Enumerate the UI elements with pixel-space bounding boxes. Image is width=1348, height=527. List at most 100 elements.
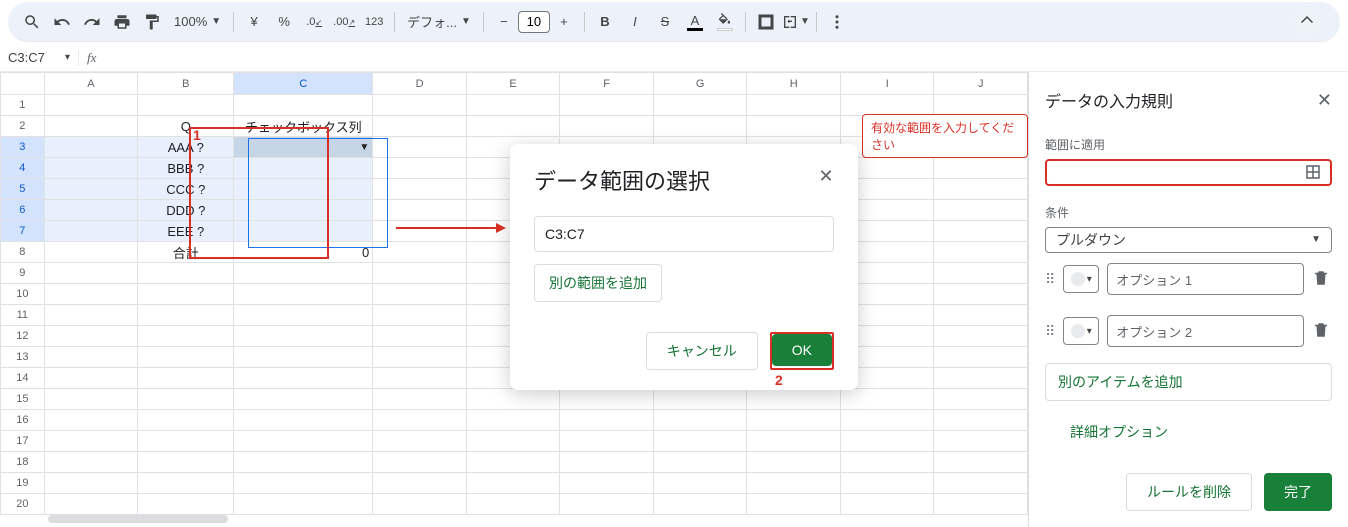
- print-icon[interactable]: [108, 8, 136, 36]
- row-9[interactable]: 9: [1, 263, 45, 284]
- row-15[interactable]: 15: [1, 389, 45, 410]
- row-16[interactable]: 16: [1, 410, 45, 431]
- dropdown-icon[interactable]: ▼: [359, 142, 369, 153]
- col-I[interactable]: I: [841, 73, 934, 95]
- horizontal-scrollbar[interactable]: [48, 515, 1020, 525]
- cell-C3[interactable]: ▼: [234, 137, 373, 158]
- row-5[interactable]: 5: [1, 179, 45, 200]
- cell-C5[interactable]: [234, 179, 373, 200]
- merge-cells-icon[interactable]: ▼: [782, 8, 810, 36]
- row-14[interactable]: 14: [1, 368, 45, 389]
- cell-C2[interactable]: チェックボックス列: [234, 116, 373, 137]
- condition-select[interactable]: プルダウン▼: [1045, 227, 1332, 253]
- col-B[interactable]: B: [138, 73, 234, 95]
- more-formats[interactable]: 123: [360, 8, 388, 36]
- cell-C8[interactable]: 0: [234, 242, 373, 263]
- sidebar-close-icon[interactable]: ✕: [1317, 90, 1332, 111]
- text-color-icon[interactable]: A: [681, 8, 709, 36]
- row-17[interactable]: 17: [1, 431, 45, 452]
- cell-B3[interactable]: AAA ?: [138, 137, 234, 158]
- add-item-button[interactable]: 別のアイテムを追加: [1045, 363, 1332, 401]
- percent-format[interactable]: %: [270, 8, 298, 36]
- cell-B7[interactable]: EEE ?: [138, 221, 234, 242]
- redo-icon[interactable]: [78, 8, 106, 36]
- strikethrough-icon[interactable]: S: [651, 8, 679, 36]
- zoom-level[interactable]: 100%▼: [168, 8, 227, 36]
- more-icon[interactable]: [823, 8, 851, 36]
- option-2-input[interactable]: [1107, 315, 1304, 347]
- paint-format-icon[interactable]: [138, 8, 166, 36]
- col-H[interactable]: H: [747, 73, 841, 95]
- col-C[interactable]: C: [234, 73, 373, 95]
- apply-to-range-input[interactable]: [1045, 159, 1332, 186]
- col-D[interactable]: D: [373, 73, 467, 95]
- row-2[interactable]: 2: [1, 116, 45, 137]
- search-icon[interactable]: [18, 8, 46, 36]
- delete-rule-button[interactable]: ルールを削除: [1126, 473, 1252, 511]
- option-color-chip[interactable]: ▾: [1063, 265, 1099, 293]
- row-18[interactable]: 18: [1, 452, 45, 473]
- font-family[interactable]: デフォ...▼: [401, 8, 477, 36]
- name-box[interactable]: C3:C7▾: [0, 50, 78, 65]
- row-4[interactable]: 4: [1, 158, 45, 179]
- currency-format[interactable]: ¥: [240, 8, 268, 36]
- dialog-title: データ範囲の選択: [534, 164, 834, 196]
- condition-value: プルダウン: [1056, 230, 1126, 250]
- option-color-chip[interactable]: ▾: [1063, 317, 1099, 345]
- font-size-input[interactable]: [518, 11, 550, 33]
- row-7[interactable]: 7: [1, 221, 45, 242]
- cell-B5[interactable]: CCC ?: [138, 179, 234, 200]
- add-range-button[interactable]: 別の範囲を追加: [534, 264, 662, 302]
- row-13[interactable]: 13: [1, 347, 45, 368]
- row-12[interactable]: 12: [1, 326, 45, 347]
- sheet-area: A B C D E F G H I J 1 2 Qチェックボックス列 3 AAA ?…: [0, 72, 1028, 527]
- cell-B8[interactable]: 合計: [138, 242, 234, 263]
- col-J[interactable]: J: [934, 73, 1028, 95]
- cell-C6[interactable]: [234, 200, 373, 221]
- delete-option-icon[interactable]: [1312, 269, 1332, 290]
- col-F[interactable]: F: [560, 73, 653, 95]
- cell-C7[interactable]: [234, 221, 373, 242]
- row-8[interactable]: 8: [1, 242, 45, 263]
- delete-option-icon[interactable]: [1312, 321, 1332, 342]
- col-A[interactable]: A: [44, 73, 138, 95]
- increase-font-icon[interactable]: +: [550, 8, 578, 36]
- collapse-panel-icon[interactable]: [1292, 7, 1322, 37]
- row-19[interactable]: 19: [1, 473, 45, 494]
- dialog-close-icon[interactable]: ✕: [814, 164, 838, 188]
- data-validation-sidebar: データの入力規則✕ 範囲に適用 条件 プルダウン▼ ⠿ ▾ ⠿ ▾ 別のアイテム…: [1028, 72, 1348, 527]
- row-3[interactable]: 3: [1, 137, 45, 158]
- italic-icon[interactable]: I: [621, 8, 649, 36]
- undo-icon[interactable]: [48, 8, 76, 36]
- formula-bar: C3:C7▾ fx: [0, 44, 1348, 72]
- decrease-decimal[interactable]: .0↙: [300, 8, 328, 36]
- ok-button[interactable]: OK: [772, 334, 832, 366]
- done-button[interactable]: 完了: [1264, 473, 1332, 511]
- cell-B2[interactable]: Q: [138, 116, 234, 137]
- row-1[interactable]: 1: [1, 95, 45, 116]
- cell-B4[interactable]: BBB ?: [138, 158, 234, 179]
- advanced-options-button[interactable]: 詳細オプション: [1057, 413, 1332, 451]
- row-11[interactable]: 11: [1, 305, 45, 326]
- option-1-input[interactable]: [1107, 263, 1304, 295]
- range-input[interactable]: [534, 216, 834, 252]
- grid-select-icon[interactable]: [1304, 163, 1322, 181]
- row-10[interactable]: 10: [1, 284, 45, 305]
- increase-decimal[interactable]: .00↗: [330, 8, 358, 36]
- annotation-2: 2: [775, 372, 783, 388]
- borders-icon[interactable]: [752, 8, 780, 36]
- cell-C4[interactable]: [234, 158, 373, 179]
- row-6[interactable]: 6: [1, 200, 45, 221]
- cancel-button[interactable]: キャンセル: [646, 332, 758, 370]
- decrease-font-icon[interactable]: −: [490, 8, 518, 36]
- drag-handle-icon[interactable]: ⠿: [1045, 271, 1055, 288]
- bold-icon[interactable]: B: [591, 8, 619, 36]
- row-20[interactable]: 20: [1, 494, 45, 515]
- col-E[interactable]: E: [466, 73, 560, 95]
- drag-handle-icon[interactable]: ⠿: [1045, 323, 1055, 340]
- select-all-corner[interactable]: [1, 73, 45, 95]
- cell-B6[interactable]: DDD ?: [138, 200, 234, 221]
- col-G[interactable]: G: [653, 73, 747, 95]
- fill-color-icon[interactable]: [711, 8, 739, 36]
- namebox-value: C3:C7: [8, 50, 45, 65]
